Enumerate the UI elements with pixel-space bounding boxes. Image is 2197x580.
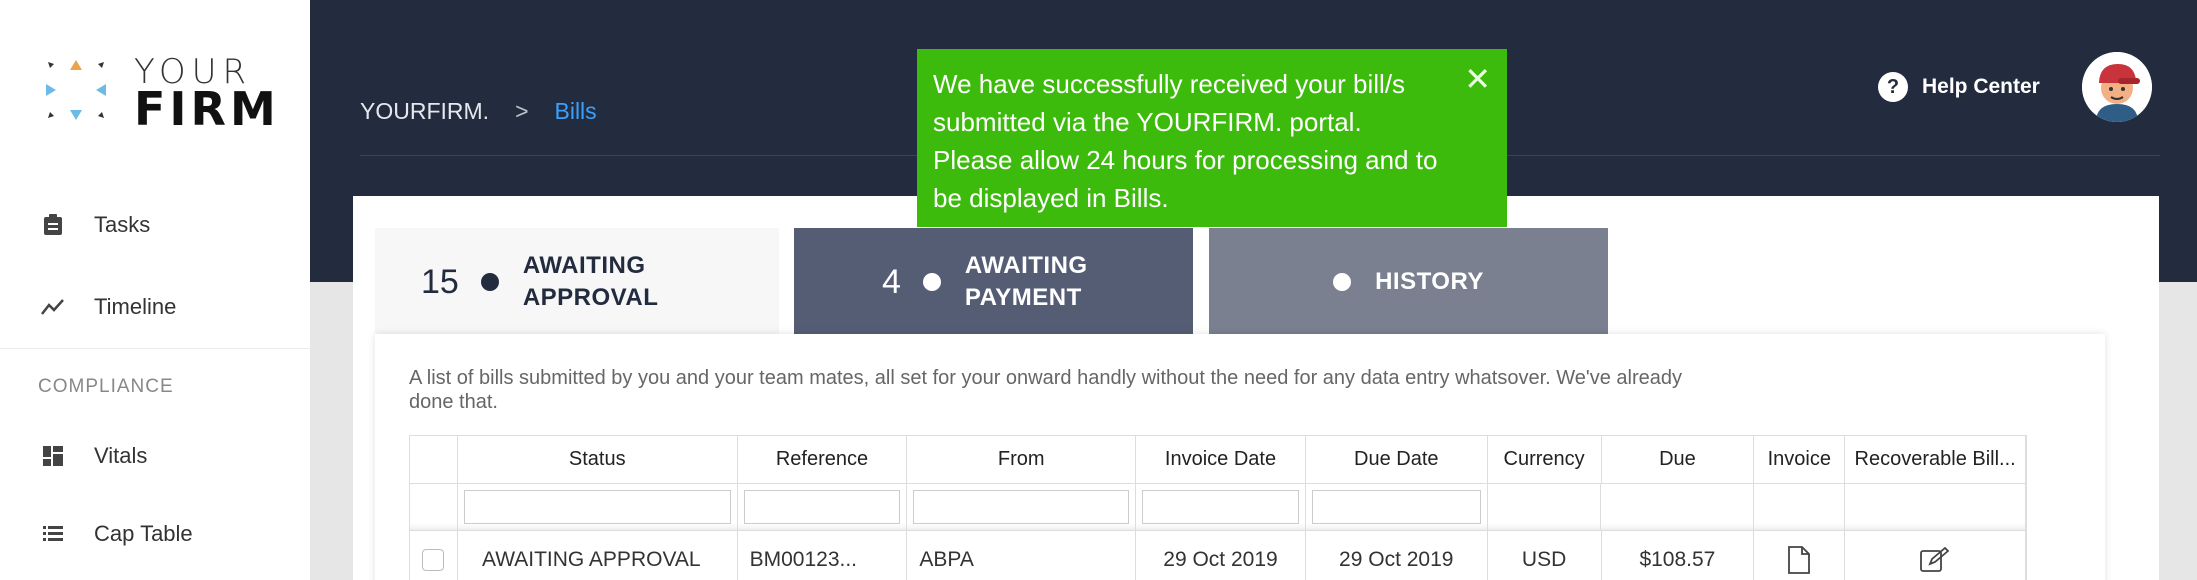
column-header-recoverable[interactable]: Recoverable Bill...: [1845, 436, 2027, 483]
sidebar: YOUR FIRM Tasks Timeline COMPLIANCE Vita…: [0, 0, 310, 580]
yourfirm-logo[interactable]: YOUR FIRM: [44, 52, 276, 136]
filter-cell: [907, 484, 1137, 530]
sidebar-divider: [0, 348, 310, 349]
filter-cell: [738, 484, 908, 530]
sidebar-item-label: Timeline: [94, 294, 177, 319]
due-cell: $108.57: [1602, 531, 1755, 580]
tab-awaiting-payment[interactable]: 4 AWAITING PAYMENT: [794, 228, 1193, 336]
filter-cell: [1136, 484, 1306, 530]
column-header-due[interactable]: Due: [1602, 436, 1755, 483]
reference-cell: BM00123...: [738, 531, 908, 580]
filter-cell: [1754, 484, 1846, 530]
status-dot: [1333, 273, 1352, 291]
column-header-invoice[interactable]: Invoice: [1754, 436, 1846, 483]
success-toast: We have successfully received your bill/…: [917, 49, 1507, 227]
status-filter-input[interactable]: [463, 490, 731, 524]
sidebar-item-tasks[interactable]: Tasks: [40, 205, 150, 245]
sidebar-item-vitals[interactable]: Vitals: [40, 436, 147, 476]
close-icon[interactable]: ✕: [1464, 63, 1491, 95]
dashboard-grid-icon: [40, 443, 66, 469]
column-header-invoice-date[interactable]: Invoice Date: [1136, 436, 1306, 483]
question-circle-icon: ?: [1878, 72, 1908, 102]
invoice-cell: [1754, 531, 1846, 580]
tab-label: AWAITING APPROVAL: [522, 252, 659, 311]
due-date-filter-input[interactable]: [1311, 490, 1481, 524]
sidebar-section-compliance: COMPLIANCE: [38, 376, 174, 397]
status-dot: [922, 273, 941, 291]
tab-label: AWAITING PAYMENT: [964, 252, 1088, 311]
currency-cell: USD: [1488, 531, 1602, 580]
logo-text-firm: FIRM: [134, 82, 280, 136]
from-cell: ABPA: [907, 531, 1137, 580]
column-header-due-date[interactable]: Due Date: [1306, 436, 1488, 483]
sidebar-item-cap-table[interactable]: Cap Table: [40, 514, 193, 554]
tab-awaiting-approval[interactable]: 15 AWAITING APPROVAL: [375, 228, 779, 336]
column-header-select: [410, 436, 458, 483]
breadcrumb-current[interactable]: Bills: [555, 98, 597, 125]
edit-icon[interactable]: [1920, 547, 1950, 573]
reference-filter-input[interactable]: [743, 490, 901, 524]
tab-label: HISTORY: [1375, 268, 1484, 295]
breadcrumb-root[interactable]: YOURFIRM.: [360, 98, 489, 125]
due-date-cell: 29 Oct 2019: [1306, 531, 1488, 580]
filter-cell: [1488, 484, 1602, 530]
filter-cell: [1845, 484, 2026, 530]
list-icon: [40, 521, 66, 547]
filter-cell: [1306, 484, 1488, 530]
filter-row: [409, 484, 2027, 530]
toast-message: We have successfully received your bill/…: [933, 69, 1438, 213]
help-center-label: Help Center: [1922, 75, 2040, 98]
column-header-from[interactable]: From: [907, 436, 1137, 483]
sidebar-item-label: Vitals: [94, 443, 148, 468]
recoverable-cell: [1845, 531, 2026, 580]
user-avatar-icon: [2082, 52, 2152, 122]
column-header-currency[interactable]: Currency: [1488, 436, 1602, 483]
clipboard-icon: [40, 212, 66, 238]
tab-count: 15: [421, 262, 459, 301]
tab-count: 4: [882, 262, 901, 301]
logo-mark-icon: [46, 60, 106, 120]
filter-cell: [410, 484, 458, 530]
trend-line-icon: [40, 294, 66, 320]
bills-table: Status Reference From Invoice Date Due D…: [409, 435, 2027, 580]
column-header-reference[interactable]: Reference: [738, 436, 908, 483]
filter-cell: [1601, 484, 1755, 530]
bills-description: A list of bills submitted by you and you…: [409, 367, 1683, 413]
filter-cell: [458, 484, 738, 530]
row-select-cell: [410, 531, 458, 580]
status-cell: AWAITING APPROVAL: [458, 531, 738, 580]
help-center-link[interactable]: ? Help Center: [1878, 72, 2040, 102]
status-dot: [480, 273, 499, 291]
invoice-date-filter-input[interactable]: [1142, 490, 1299, 524]
invoice-date-cell: 29 Oct 2019: [1136, 531, 1306, 580]
avatar[interactable]: [2082, 52, 2152, 122]
sidebar-item-label: Cap Table: [94, 521, 193, 546]
column-header-status[interactable]: Status: [458, 436, 738, 483]
breadcrumb: YOURFIRM. > Bills: [360, 98, 597, 125]
from-filter-input[interactable]: [913, 490, 1130, 524]
document-icon[interactable]: [1788, 546, 1811, 574]
breadcrumb-separator: >: [515, 98, 529, 124]
sidebar-item-label: Tasks: [94, 212, 151, 237]
sidebar-item-timeline[interactable]: Timeline: [40, 287, 176, 327]
tab-history[interactable]: HISTORY: [1209, 228, 1608, 336]
table-header: Status Reference From Invoice Date Due D…: [409, 435, 2027, 484]
row-checkbox[interactable]: [422, 549, 445, 571]
table-row[interactable]: AWAITING APPROVAL BM00123... ABPA 29 Oct…: [409, 530, 2027, 580]
